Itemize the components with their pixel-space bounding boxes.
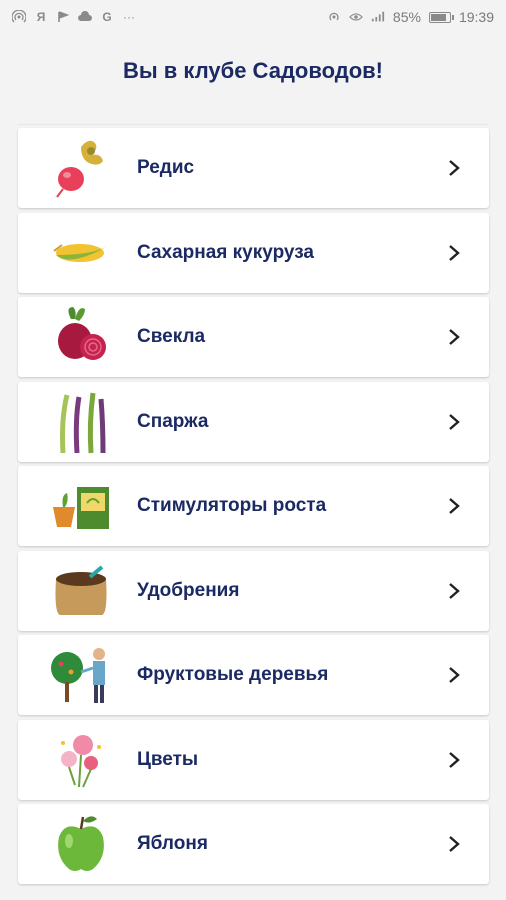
apple-icon: [46, 811, 116, 877]
beet-icon: [46, 304, 116, 370]
asparagus-icon: [46, 389, 116, 455]
item-label: Фруктовые деревья: [137, 664, 329, 685]
clock: 19:39: [458, 9, 494, 25]
list-item[interactable]: Удобрения: [18, 550, 489, 631]
status-bar: Я G ··· 85% 19:39: [0, 0, 506, 34]
hotspot-icon: [12, 10, 26, 24]
fruit-tree-icon: [46, 642, 116, 708]
list-item[interactable]: Спаржа: [18, 381, 489, 462]
battery-percent: 85%: [392, 9, 421, 25]
item-label: Стимуляторы роста: [137, 495, 327, 516]
list-item[interactable]: Сахарная кукуруза: [18, 212, 489, 293]
list-item[interactable]: Редис: [18, 128, 489, 208]
list-item[interactable]: Стимуляторы роста: [18, 466, 489, 546]
item-label: Удобрения: [137, 579, 240, 601]
google-icon: G: [102, 10, 112, 24]
chevron-right-icon: [449, 413, 460, 430]
list-item[interactable]: Свекла: [18, 297, 489, 377]
item-label: Цветы: [137, 748, 199, 770]
chevron-right-icon: [449, 329, 460, 345]
corn-icon: [46, 220, 116, 286]
yandex-icon: Я: [36, 10, 46, 24]
chevron-right-icon: [449, 244, 460, 261]
status-right: 85% 19:39: [327, 9, 494, 25]
list-item[interactable]: Цветы: [18, 719, 489, 800]
chevron-right-icon: [449, 667, 460, 683]
chevron-right-icon: [449, 751, 460, 768]
category-list: Редис Сахарная кукуруза Свекла Спаржа Ст…: [18, 128, 489, 889]
item-label: Сахарная кукуруза: [137, 241, 315, 263]
battery-icon: [428, 11, 454, 23]
more-icon: ···: [123, 10, 135, 24]
eye-icon: [348, 10, 363, 24]
item-label: Редис: [137, 157, 195, 178]
list-item[interactable]: Яблоня: [18, 804, 489, 884]
divider: [18, 124, 489, 125]
cloud-icon: [78, 10, 92, 24]
fertilizer-icon: [46, 558, 116, 624]
hotspot-icon: [327, 10, 341, 24]
flag-icon: [56, 10, 70, 24]
chevron-right-icon: [449, 582, 460, 599]
status-left-icons: Я G ···: [12, 10, 136, 24]
signal-icon: [371, 10, 385, 24]
chevron-right-icon: [449, 498, 460, 514]
radish-icon: [46, 135, 116, 201]
chevron-right-icon: [449, 836, 460, 852]
list-item[interactable]: Фруктовые деревья: [18, 635, 489, 715]
growth-stimulator-icon: [46, 473, 116, 539]
flowers-icon: [46, 727, 116, 793]
chevron-right-icon: [449, 160, 460, 176]
item-label: Яблоня: [137, 833, 208, 854]
page-title: Вы в клубе Садоводов!: [123, 58, 383, 83]
item-label: Свекла: [137, 326, 206, 347]
item-label: Спаржа: [137, 410, 209, 432]
